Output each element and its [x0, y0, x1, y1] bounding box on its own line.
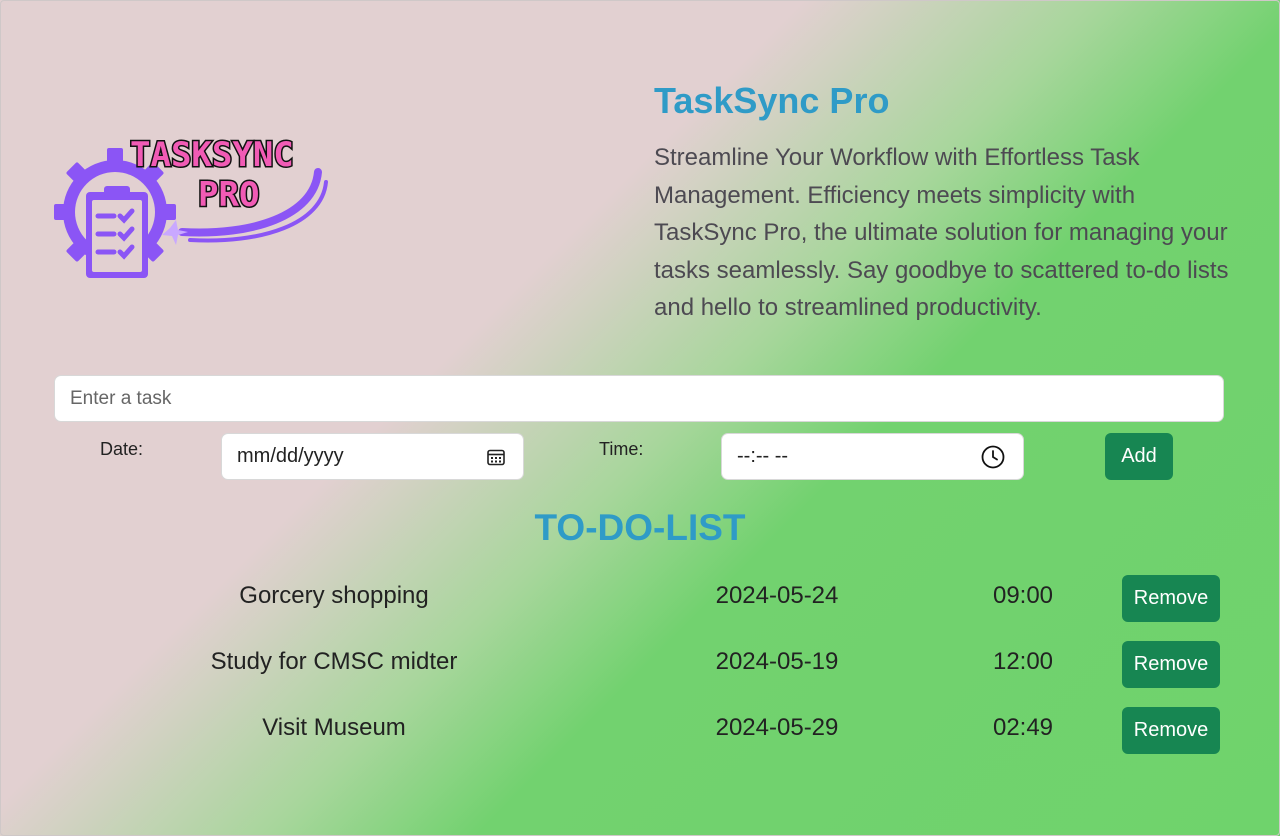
- task-time: 09:00: [992, 582, 1054, 609]
- task-date: 2024-05-24: [715, 582, 839, 609]
- tasksync-logo: TASKSYNC PRO: [54, 134, 328, 278]
- time-label: Time:: [599, 439, 644, 459]
- logo-text-line1: TASKSYNC: [130, 135, 294, 175]
- date-input[interactable]: mm/dd/yyyy: [221, 433, 524, 480]
- task-input[interactable]: [54, 375, 1224, 422]
- todo-list-title: TO-DO-LIST: [534, 507, 746, 548]
- task-name: Visit Museum: [262, 714, 406, 741]
- calendar-icon[interactable]: [487, 448, 505, 466]
- time-input[interactable]: --:-- --: [721, 433, 1024, 480]
- task-time: 12:00: [992, 648, 1054, 675]
- remove-button[interactable]: Remove: [1122, 707, 1220, 754]
- task-time: 02:49: [992, 714, 1054, 741]
- date-label: Date:: [100, 439, 144, 459]
- remove-button[interactable]: Remove: [1122, 641, 1220, 688]
- add-button[interactable]: Add: [1105, 433, 1173, 480]
- clock-icon[interactable]: [981, 445, 1005, 469]
- table-row: Gorcery shopping 2024-05-24 09:00 Remove: [0, 572, 1280, 622]
- time-input-value: --:-- --: [737, 445, 789, 467]
- table-row: Visit Museum 2024-05-29 02:49 Remove: [0, 704, 1280, 754]
- task-name: Study for CMSC midter: [210, 648, 458, 675]
- app-title: TaskSync Pro: [654, 80, 890, 121]
- date-input-value: mm/dd/yyyy: [237, 445, 344, 467]
- task-name: Gorcery shopping: [239, 582, 429, 609]
- logo-text-line2: PRO: [198, 175, 259, 215]
- app-tagline: Streamline Your Workflow with Effortless…: [654, 144, 1229, 321]
- table-row: Study for CMSC midter 2024-05-19 12:00 R…: [0, 638, 1280, 688]
- task-date: 2024-05-29: [715, 714, 839, 741]
- remove-button[interactable]: Remove: [1122, 575, 1220, 622]
- task-date: 2024-05-19: [715, 648, 839, 675]
